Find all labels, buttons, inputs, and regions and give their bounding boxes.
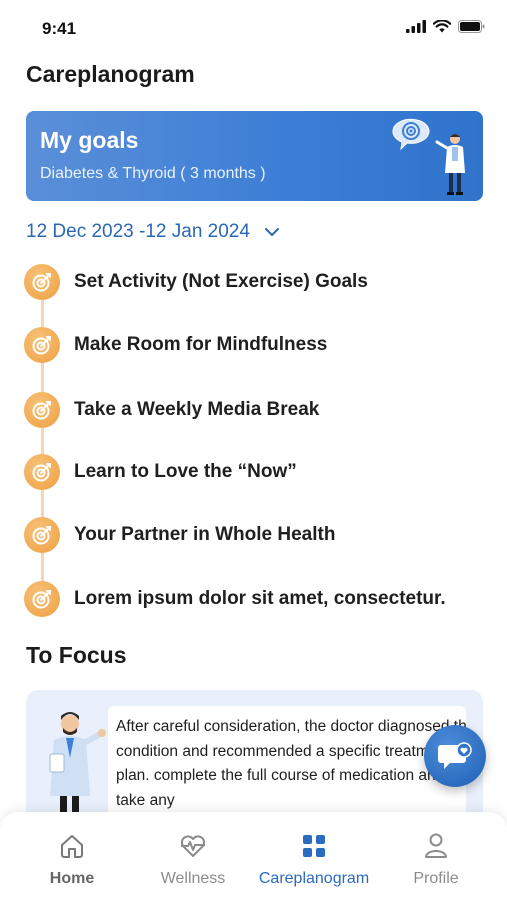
nav-item-careplanogram[interactable]: Careplanogram (254, 832, 374, 892)
doctor-illustration (392, 118, 465, 195)
goal-item[interactable]: Make Room for Mindfulness (24, 325, 484, 365)
home-icon (61, 835, 83, 858)
goal-label: Take a Weekly Media Break (74, 399, 320, 420)
goals-card-subtitle: Diabetes & Thyroid ( 3 months ) (40, 165, 266, 182)
goal-label: Make Room for Mindfulness (74, 334, 328, 355)
doctor-clipboard-illustration (49, 712, 106, 826)
goal-label: Set Activity (Not Exercise) Goals (74, 271, 368, 292)
nav-label-wellness: Wellness (160, 870, 226, 887)
goal-item[interactable]: Set Activity (Not Exercise) Goals (24, 262, 484, 302)
goal-target-icon (24, 327, 60, 363)
goal-label: Lorem ipsum dolor sit amet, consectetur. (74, 588, 446, 609)
goal-label: Learn to Love the “Now” (74, 461, 297, 482)
battery-icon (458, 20, 485, 33)
grid-icon (303, 835, 325, 857)
my-goals-card[interactable]: My goals Diabetes & Thyroid ( 3 months ) (26, 111, 483, 201)
nav-item-home[interactable]: Home (12, 832, 132, 892)
goal-item[interactable]: Your Partner in Whole Health (24, 515, 484, 555)
goal-target-icon (24, 454, 60, 490)
chat-button[interactable] (424, 725, 486, 787)
goal-target-icon (24, 581, 60, 617)
focus-section-title: To Focus (26, 642, 127, 668)
nav-label-careplanogram: Careplanogram (258, 870, 370, 887)
wifi-icon (433, 20, 451, 33)
goal-item[interactable]: Take a Weekly Media Break (24, 390, 484, 430)
nav-item-profile[interactable]: Profile (376, 832, 496, 892)
goal-target-icon (24, 264, 60, 300)
nav-item-wellness[interactable]: Wellness (133, 832, 253, 892)
goal-label: Your Partner in Whole Health (74, 524, 336, 545)
focus-card[interactable]: After careful consideration, the doctor … (26, 690, 483, 830)
bottom-nav: Home Wellness Careplanogram Profile (0, 812, 507, 900)
nav-label-profile: Profile (413, 870, 459, 887)
date-range-label: 12 Dec 2023 -12 Jan 2024 (26, 221, 250, 242)
goal-target-icon (24, 517, 60, 553)
date-range-selector[interactable]: 12 Dec 2023 -12 Jan 2024 (26, 221, 280, 243)
heartbeat-icon (180, 835, 206, 857)
goals-card-title: My goals (40, 127, 139, 153)
status-time: 9:41 (42, 19, 77, 38)
page-title: Careplanogram (26, 61, 195, 87)
status-bar: 9:41 (0, 0, 507, 56)
signal-icon (406, 20, 426, 33)
status-icons (406, 20, 485, 33)
goal-item[interactable]: Lorem ipsum dolor sit amet, consectetur. (24, 579, 484, 619)
chat-heart-icon (438, 742, 472, 769)
user-icon (425, 833, 447, 858)
goal-target-icon (24, 392, 60, 428)
goal-item[interactable]: Learn to Love the “Now” (24, 452, 484, 492)
focus-description: After careful consideration, the doctor … (116, 718, 466, 809)
chevron-down-icon (264, 228, 279, 236)
nav-label-home: Home (49, 870, 95, 887)
